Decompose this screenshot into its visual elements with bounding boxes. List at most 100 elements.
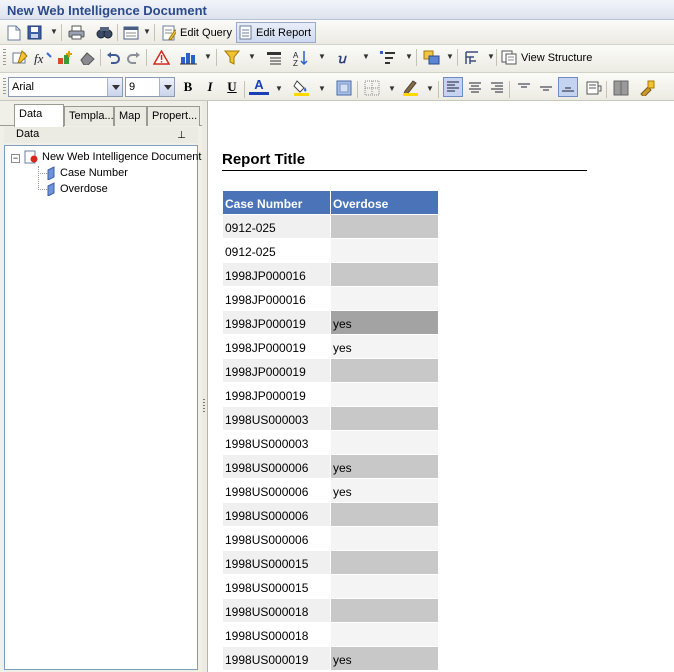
- chart-dropdown-icon[interactable]: ▼: [204, 52, 212, 62]
- overdose-cell[interactable]: yes: [330, 454, 439, 479]
- view-mode-icon[interactable]: [121, 23, 141, 42]
- borders-dropdown-icon[interactable]: ▼: [388, 84, 396, 94]
- table-row[interactable]: 1998US000018: [222, 598, 439, 623]
- tree-item-case-number[interactable]: Case Number: [46, 166, 128, 180]
- overdose-cell[interactable]: [330, 430, 439, 455]
- case-number-cell[interactable]: 0912-025: [222, 238, 331, 263]
- background-image-icon[interactable]: [334, 78, 354, 97]
- collapse-icon[interactable]: −: [11, 154, 20, 163]
- overdose-cell[interactable]: [330, 382, 439, 407]
- tab-templates[interactable]: Templa...: [64, 106, 114, 126]
- case-number-cell[interactable]: 1998US000015: [222, 550, 331, 575]
- format-painter-icon[interactable]: [637, 78, 657, 97]
- italic-button[interactable]: I: [200, 77, 220, 97]
- case-number-cell[interactable]: 1998US000015: [222, 574, 331, 599]
- table-row[interactable]: 0912-025: [222, 238, 439, 263]
- table-row[interactable]: 1998US000006: [222, 502, 439, 527]
- table-row[interactable]: 1998JP000016: [222, 286, 439, 311]
- sort-icon[interactable]: AZ: [291, 48, 311, 67]
- align-middle-icon[interactable]: [536, 78, 556, 97]
- tree-item-overdose[interactable]: Overdose: [46, 182, 108, 196]
- tab-properties[interactable]: Propert...: [147, 106, 200, 126]
- align-bottom-button[interactable]: [558, 77, 578, 97]
- tracking-dropdown-icon[interactable]: ▼: [487, 52, 495, 62]
- overdose-cell[interactable]: yes: [330, 646, 439, 671]
- tab-data[interactable]: Data: [14, 104, 64, 127]
- align-right-icon[interactable]: [487, 78, 507, 97]
- edit-report-button[interactable]: Edit Report: [236, 22, 317, 43]
- pin-icon[interactable]: ⊥: [177, 128, 186, 143]
- filter-icon[interactable]: [222, 48, 242, 67]
- fill-color-dropdown-icon[interactable]: ▼: [318, 84, 326, 94]
- overdose-cell[interactable]: [330, 550, 439, 575]
- merge-cells-icon[interactable]: [611, 78, 631, 97]
- sort-dropdown-icon[interactable]: ▼: [318, 52, 326, 62]
- group-icon[interactable]: [421, 48, 441, 67]
- table-row[interactable]: 1998JP000019 yes: [222, 334, 439, 359]
- case-number-cell[interactable]: 1998US000006: [222, 454, 331, 479]
- overdose-cell[interactable]: yes: [330, 478, 439, 503]
- table-row[interactable]: 1998US000006 yes: [222, 454, 439, 479]
- border-color-icon[interactable]: [400, 78, 420, 97]
- undo-icon[interactable]: [104, 48, 122, 67]
- table-row[interactable]: 1998JP000016: [222, 262, 439, 287]
- save-icon[interactable]: [25, 23, 43, 42]
- table-row[interactable]: 1998US000003: [222, 430, 439, 455]
- tracking-icon[interactable]: [462, 48, 482, 67]
- align-left-button[interactable]: [443, 77, 463, 97]
- chevron-down-icon[interactable]: [107, 78, 122, 96]
- filter-dropdown-icon[interactable]: ▼: [248, 52, 256, 62]
- alert-icon[interactable]: [151, 48, 171, 67]
- borders-icon[interactable]: [362, 78, 382, 97]
- calculation-icon[interactable]: ꭒ: [334, 48, 354, 67]
- print-icon[interactable]: [66, 23, 86, 42]
- ranking-dropdown-icon[interactable]: ▼: [405, 52, 413, 62]
- overdose-cell[interactable]: [330, 286, 439, 311]
- new-document-icon[interactable]: [5, 23, 23, 42]
- table-row[interactable]: 1998US000006 yes: [222, 478, 439, 503]
- overdose-cell[interactable]: [330, 262, 439, 287]
- underline-button[interactable]: U: [222, 77, 242, 97]
- group-dropdown-icon[interactable]: ▼: [446, 52, 454, 62]
- font-size-select[interactable]: 9: [125, 77, 175, 97]
- toolbar-grip[interactable]: [3, 78, 6, 95]
- bold-button[interactable]: B: [178, 77, 198, 97]
- case-number-cell[interactable]: 1998US000018: [222, 598, 331, 623]
- table-row[interactable]: 1998JP000019: [222, 358, 439, 383]
- overdose-cell[interactable]: yes: [330, 310, 439, 335]
- case-number-cell[interactable]: 0912-025: [222, 214, 331, 239]
- case-number-cell[interactable]: 1998US000003: [222, 406, 331, 431]
- align-top-icon[interactable]: [514, 78, 534, 97]
- variable-icon[interactable]: [55, 48, 75, 67]
- border-color-dropdown-icon[interactable]: ▼: [426, 84, 434, 94]
- find-icon[interactable]: [94, 23, 114, 42]
- case-number-cell[interactable]: 1998JP000019: [222, 310, 331, 335]
- overdose-cell[interactable]: [330, 574, 439, 599]
- overdose-cell[interactable]: [330, 358, 439, 383]
- overdose-cell[interactable]: [330, 238, 439, 263]
- edit-query-button[interactable]: Edit Query: [160, 22, 236, 43]
- overdose-cell[interactable]: [330, 598, 439, 623]
- column-header-case-number[interactable]: Case Number: [222, 190, 331, 215]
- font-color-dropdown-icon[interactable]: ▼: [275, 84, 283, 94]
- case-number-cell[interactable]: 1998US000006: [222, 526, 331, 551]
- table-row[interactable]: 1998US000015: [222, 550, 439, 575]
- overdose-cell[interactable]: [330, 406, 439, 431]
- table-row[interactable]: 1998JP000019: [222, 382, 439, 407]
- view-mode-dropdown-icon[interactable]: ▼: [143, 27, 151, 37]
- toolbar-grip[interactable]: [3, 49, 6, 66]
- break-icon[interactable]: [264, 48, 284, 67]
- table-row[interactable]: 1998US000006: [222, 526, 439, 551]
- report-table[interactable]: Case Number Overdose 0912-025 0912-025 199…: [222, 190, 439, 671]
- overdose-cell[interactable]: [330, 214, 439, 239]
- case-number-cell[interactable]: 1998JP000019: [222, 358, 331, 383]
- save-dropdown-icon[interactable]: ▼: [50, 27, 58, 37]
- ranking-icon[interactable]: [377, 48, 397, 67]
- case-number-cell[interactable]: 1998JP000019: [222, 382, 331, 407]
- align-center-icon[interactable]: [465, 78, 485, 97]
- eraser-icon[interactable]: [77, 48, 97, 67]
- overdose-cell[interactable]: [330, 502, 439, 527]
- chevron-down-icon[interactable]: [159, 78, 174, 96]
- formula-icon[interactable]: fx: [33, 48, 53, 67]
- font-color-button[interactable]: A: [249, 77, 269, 95]
